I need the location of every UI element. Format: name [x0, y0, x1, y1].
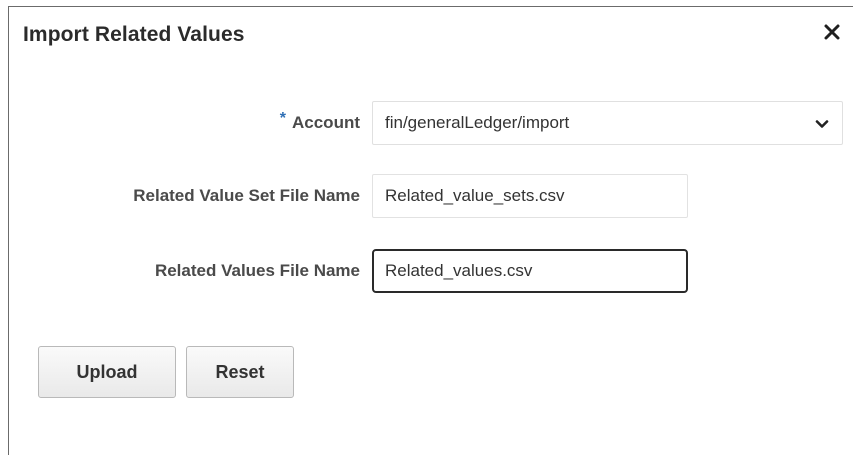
related-value-set-file-row: Related Value Set File Name Related_valu… — [9, 174, 854, 218]
account-label: * Account — [280, 101, 360, 145]
reset-button[interactable]: Reset — [186, 346, 294, 398]
close-icon — [824, 24, 840, 40]
related-values-file-input[interactable]: Related_values.csv — [372, 249, 688, 293]
account-label-text: Account — [292, 113, 360, 132]
account-row: * Account fin/generalLedger/import — [9, 101, 854, 145]
related-values-file-value: Related_values.csv — [385, 261, 533, 280]
account-select[interactable]: fin/generalLedger/import — [372, 101, 843, 145]
account-select-value: fin/generalLedger/import — [385, 113, 570, 132]
close-button[interactable] — [817, 17, 847, 47]
related-value-set-file-input[interactable]: Related_value_sets.csv — [372, 174, 688, 218]
related-value-set-file-value: Related_value_sets.csv — [385, 186, 565, 205]
import-related-values-dialog: Import Related Values * Account fin/gene… — [8, 6, 853, 455]
related-values-file-row: Related Values File Name Related_values.… — [9, 249, 854, 293]
upload-button[interactable]: Upload — [38, 346, 176, 398]
related-values-file-label: Related Values File Name — [154, 261, 360, 280]
required-marker: * — [279, 110, 286, 127]
chevron-down-icon — [815, 120, 829, 128]
related-value-set-file-label: Related Value Set File Name — [133, 186, 360, 205]
dialog-title: Import Related Values — [23, 23, 245, 46]
